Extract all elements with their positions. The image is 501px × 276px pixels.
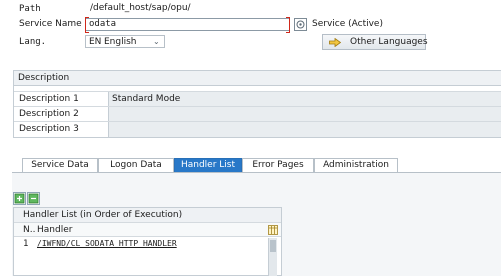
description-2-label: Description 2 (14, 107, 109, 121)
service-status-icon[interactable] (294, 18, 307, 31)
vertical-scrollbar[interactable] (268, 238, 277, 276)
handler-list-table: Handler List (in Order of Execution) N..… (13, 207, 282, 276)
tab-error-pages[interactable]: Error Pages (242, 158, 314, 172)
description-3-label: Description 3 (14, 122, 109, 137)
insert-row-button[interactable] (13, 192, 26, 205)
tab-service-data[interactable]: Service Data (22, 158, 98, 172)
description-table: Description Description 1 Standard Mode … (13, 70, 501, 138)
lang-label: Lang. (19, 37, 47, 47)
tab-handler-list[interactable]: Handler List (174, 158, 242, 172)
column-header-handler[interactable]: Handler (37, 224, 72, 236)
required-marker-right (286, 17, 290, 33)
description-1-label: Description 1 (14, 92, 109, 106)
lang-name: English (104, 37, 137, 47)
description-3-field[interactable] (109, 122, 501, 137)
description-row: Description 2 (14, 107, 501, 122)
handler-row-class[interactable]: /IWFND/CL_SODATA_HTTP_HANDLER (37, 238, 177, 250)
path-label: Path (19, 4, 41, 14)
service-name-value: odata (89, 19, 117, 29)
lang-dropdown[interactable]: EN English ⌄ (85, 35, 165, 48)
delete-row-button[interactable] (27, 192, 40, 205)
tab-administration[interactable]: Administration (314, 158, 398, 172)
arrow-right-icon (329, 38, 341, 47)
description-row: Description 3 (14, 122, 501, 137)
handler-list-title: Handler List (in Order of Execution) (14, 208, 281, 223)
other-languages-button[interactable]: Other Languages (322, 34, 428, 50)
service-name-field[interactable]: odata (85, 17, 290, 33)
column-settings-icon[interactable] (268, 225, 278, 235)
column-header-n[interactable]: N.. (23, 224, 35, 236)
description-header: Description (14, 71, 501, 86)
lang-code: EN (89, 37, 102, 47)
table-row[interactable]: 1 /IWFND/CL_SODATA_HTTP_HANDLER (14, 237, 281, 251)
handler-row-number: 1 (23, 239, 29, 249)
service-status-text: Service (Active) (312, 19, 383, 29)
description-1-field[interactable]: Standard Mode (109, 92, 501, 106)
other-languages-label: Other Languages (350, 37, 428, 47)
description-2-field[interactable] (109, 107, 501, 121)
service-name-label: Service Name (19, 19, 82, 29)
description-row: Description 1 Standard Mode (14, 92, 501, 107)
path-value: /default_host/sap/opu/ (90, 3, 191, 13)
required-marker-left (85, 17, 89, 33)
insert-row-icon (14, 193, 25, 204)
tab-logon-data[interactable]: Logon Data (98, 158, 174, 172)
handler-list-column-header: N.. Handler (14, 223, 281, 237)
scrollbar-thumb[interactable] (270, 240, 276, 252)
chevron-down-icon: ⌄ (153, 37, 160, 46)
delete-row-icon (28, 193, 39, 204)
